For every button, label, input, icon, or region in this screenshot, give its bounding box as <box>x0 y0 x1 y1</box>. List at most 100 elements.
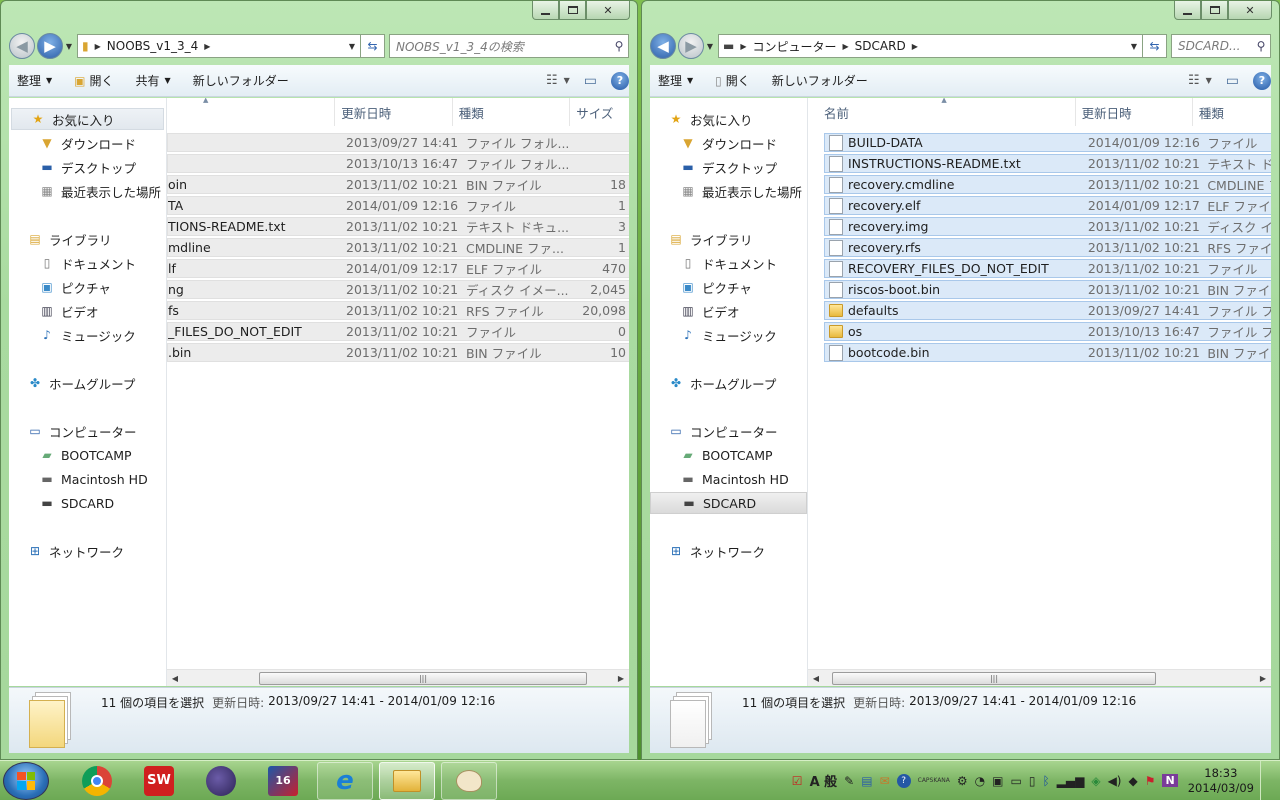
close-button[interactable]: ✕ <box>1228 1 1272 20</box>
nav-music[interactable]: ♪ ミュージック <box>650 324 807 346</box>
new-folder-button[interactable]: 新しいフォルダー <box>193 72 289 89</box>
flag-icon[interactable]: ⚑ <box>1145 774 1156 788</box>
maximize-button[interactable] <box>1201 1 1228 20</box>
help-icon[interactable]: ? <box>1253 71 1271 90</box>
breadcrumb-sdcard[interactable]: SDCARD <box>855 39 906 53</box>
file-row[interactable]: 2013/10/13 16:47 ファイル フォル... <box>167 154 629 173</box>
organize-button[interactable]: 整理 ▼ <box>658 72 693 89</box>
file-row[interactable]: riscos-boot.bin 2013/11/02 10:21 BIN ファイ <box>824 280 1271 299</box>
nav-libraries[interactable]: ▤ ライブラリ <box>650 228 807 250</box>
nav-computer[interactable]: ▭ コンピューター <box>9 420 166 442</box>
volume-icon[interactable]: ◀) <box>1108 774 1122 788</box>
column-type[interactable]: 種類 <box>453 98 571 126</box>
share-button[interactable]: 共有 ▼ <box>136 72 171 89</box>
checkmark-app-icon[interactable]: ☑ <box>792 774 803 788</box>
navigation-pane[interactable]: ★ お気に入り ▼ ダウンロード ▬ デスクトップ ▦ 最近表示した場所 ▤ ライブラリ … <box>9 98 167 686</box>
file-row[interactable]: fs 2013/11/02 10:21 RFS ファイル 20,098 <box>167 301 629 320</box>
address-dropdown-icon[interactable]: ▼ <box>1126 42 1142 51</box>
taskbar-explorer[interactable] <box>379 761 435 800</box>
file-row[interactable]: INSTRUCTIONS-README.txt 2013/11/02 10:21 テ… <box>824 154 1271 173</box>
diamond-app-icon[interactable]: ◆ <box>1128 774 1137 788</box>
file-list[interactable]: ▲ 名前 更新日時 種類 BUILD-DATA 2014/01/09 12:16 ファ… <box>808 98 1271 686</box>
file-row[interactable]: lf 2014/01/09 12:17 ELF ファイル 470 <box>167 259 629 278</box>
taskbar-app-16[interactable]: 16 <box>255 762 311 800</box>
address-bar[interactable]: ▬ ▶ コンピューター ▶ SDCARD ▶ ▼ <box>718 34 1143 58</box>
file-row[interactable]: bootcode.bin 2013/11/02 10:21 BIN ファイ <box>824 343 1271 362</box>
nav-network[interactable]: ⊞ ネットワーク <box>650 540 807 562</box>
forward-button[interactable]: ▶ <box>678 33 704 59</box>
nav-downloads[interactable]: ▼ ダウンロード <box>650 132 807 154</box>
column-name[interactable]: ▲ <box>167 98 336 126</box>
ime-help-icon[interactable]: ? <box>896 773 911 788</box>
battery-icon[interactable]: ▯ <box>1029 774 1036 788</box>
search-input[interactable]: SDCARD... ⚲ <box>1171 34 1271 58</box>
breadcrumb-chevron-icon[interactable]: ▶ <box>912 42 918 51</box>
nav-pictures[interactable]: ▣ ピクチャ <box>650 276 807 298</box>
minimize-button[interactable] <box>532 1 559 20</box>
horizontal-scrollbar[interactable]: ◀ ||| ▶ <box>808 669 1271 686</box>
nav-recent[interactable]: ▦ 最近表示した場所 <box>9 180 166 202</box>
nav-homegroup[interactable]: ✤ ホームグループ <box>9 372 166 394</box>
nav-computer[interactable]: ▭ コンピューター <box>650 420 807 442</box>
taskbar-chrome[interactable] <box>69 762 125 800</box>
taskbar-internet-explorer[interactable]: e <box>317 761 373 800</box>
preview-pane-icon[interactable]: ▭ <box>584 73 597 89</box>
file-row[interactable]: _FILES_DO_NOT_EDIT 2013/11/02 10:21 ファイル 0 <box>167 322 629 341</box>
open-button[interactable]: ▯ 開く <box>715 72 750 89</box>
ime-options-icon[interactable]: ⚙ <box>957 774 968 788</box>
nav-pictures[interactable]: ▣ ピクチャ <box>9 276 166 298</box>
forward-button[interactable]: ▶ <box>37 33 63 59</box>
breadcrumb-chevron-icon[interactable]: ▶ <box>204 42 210 51</box>
display-icon[interactable]: ▣ <box>992 774 1003 788</box>
nav-documents[interactable]: ▯ ドキュメント <box>9 252 166 274</box>
nav-libraries[interactable]: ▤ ライブラリ <box>9 228 166 250</box>
signal-icon[interactable]: ▂▄▆ <box>1057 774 1085 788</box>
start-button[interactable] <box>3 761 49 800</box>
nav-macintosh-hd[interactable]: ▬ Macintosh HD <box>650 468 807 490</box>
ime-pad-icon[interactable]: ✉ <box>880 774 890 788</box>
ime-dictionary-icon[interactable]: ▤ <box>861 774 872 788</box>
nav-bootcamp[interactable]: ▰ BOOTCAMP <box>9 444 166 466</box>
ime-mode-indicator[interactable]: A 般 <box>810 771 838 790</box>
change-view-icon[interactable]: ☷ ▼ <box>1188 73 1212 88</box>
refresh-button[interactable]: ⇆ <box>1143 34 1167 58</box>
horizontal-scrollbar[interactable]: ◀ ||| ▶ <box>167 669 629 686</box>
nav-favorites[interactable]: ★ お気に入り <box>11 108 164 130</box>
explorer-window-left[interactable]: ✕ ◀ ▶ ▼ ▮ ▶ NOOBS_v1_3_4 ▶ ▼ ⇆ NOOBS_v1_… <box>0 0 638 760</box>
address-bar[interactable]: ▮ ▶ NOOBS_v1_3_4 ▶ ▼ <box>77 34 361 58</box>
show-desktop-button[interactable] <box>1260 760 1272 800</box>
help-icon[interactable]: ? <box>611 71 629 90</box>
file-row[interactable]: defaults 2013/09/27 14:41 ファイル フ <box>824 301 1271 320</box>
scroll-left-icon[interactable]: ◀ <box>808 670 824 686</box>
clock[interactable]: 18:33 2014/03/09 <box>1188 766 1254 796</box>
recent-pages-dropdown[interactable]: ▼ <box>63 42 75 51</box>
file-row[interactable]: recovery.elf 2014/01/09 12:17 ELF ファイ <box>824 196 1271 215</box>
sync-icon[interactable]: ◔ <box>975 774 985 788</box>
refresh-button[interactable]: ⇆ <box>361 34 385 58</box>
scroll-thumb[interactable]: ||| <box>259 672 587 685</box>
nav-music[interactable]: ♪ ミュージック <box>9 324 166 346</box>
nav-network[interactable]: ⊞ ネットワーク <box>9 540 166 562</box>
nav-videos[interactable]: ▥ ビデオ <box>650 300 807 322</box>
nav-desktop[interactable]: ▬ デスクトップ <box>650 156 807 178</box>
nav-videos[interactable]: ▥ ビデオ <box>9 300 166 322</box>
file-list[interactable]: ▲ 更新日時 種類 サイズ 2013/09/27 14:41 ファイル フォル..… <box>167 98 629 686</box>
scroll-thumb[interactable]: ||| <box>832 672 1156 685</box>
scroll-right-icon[interactable]: ▶ <box>613 670 629 686</box>
breadcrumb-chevron-icon[interactable]: ▶ <box>95 42 101 51</box>
nav-sdcard[interactable]: ▬ SDCARD <box>650 492 807 514</box>
navigation-pane[interactable]: ★ お気に入り ▼ ダウンロード ▬ デスクトップ ▦ 最近表示した場所 ▤ ライブラリ … <box>650 98 808 686</box>
scroll-left-icon[interactable]: ◀ <box>167 670 183 686</box>
file-row[interactable]: recovery.rfs 2013/11/02 10:21 RFS ファイ <box>824 238 1271 257</box>
nav-recent[interactable]: ▦ 最近表示した場所 <box>650 180 807 202</box>
nav-homegroup[interactable]: ✤ ホームグループ <box>650 372 807 394</box>
breadcrumb-chevron-icon[interactable]: ▶ <box>843 42 849 51</box>
new-folder-button[interactable]: 新しいフォルダー <box>772 72 868 89</box>
organize-button[interactable]: 整理 ▼ <box>17 72 52 89</box>
security-shield-icon[interactable]: ◈ <box>1091 774 1100 788</box>
file-row[interactable]: mdline 2013/11/02 10:21 CMDLINE ファ... 1 <box>167 238 629 257</box>
nav-sdcard[interactable]: ▬ SDCARD <box>9 492 166 514</box>
taskbar-paint[interactable] <box>441 761 497 800</box>
monitor-icon[interactable]: ▭ <box>1010 774 1021 788</box>
taskbar-solidworks[interactable]: SW <box>131 762 187 800</box>
